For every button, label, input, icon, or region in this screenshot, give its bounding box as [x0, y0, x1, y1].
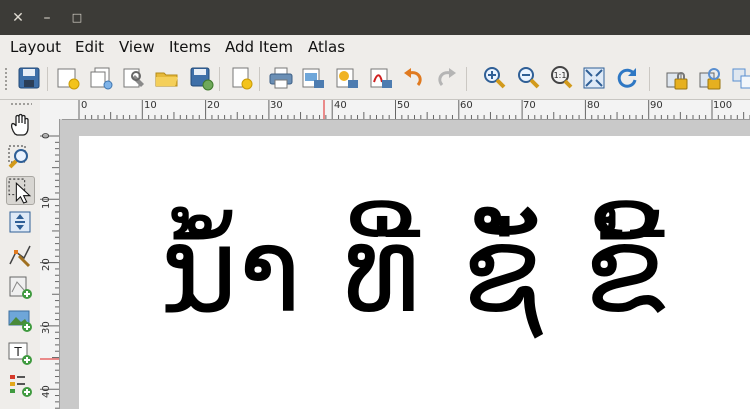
select-move-icon[interactable]: [6, 176, 35, 205]
move-content-icon[interactable]: [7, 209, 33, 235]
menu-items[interactable]: Items: [169, 37, 211, 57]
zoom-in-icon[interactable]: [481, 65, 507, 91]
label-item[interactable]: ນ້ຳ ທີ່ ຊັ່ ຂີ້: [160, 195, 667, 345]
layout-manager-icon[interactable]: [121, 65, 147, 91]
svg-text:T: T: [13, 345, 22, 359]
duplicate-layout-icon[interactable]: [88, 65, 114, 91]
save-icon[interactable]: [16, 65, 42, 91]
add-label-icon[interactable]: T: [7, 340, 33, 366]
main-toolbar: 1:1: [0, 59, 750, 100]
group-icon[interactable]: [730, 65, 750, 91]
add-picture-icon[interactable]: [7, 307, 33, 333]
print-icon[interactable]: [268, 65, 294, 91]
svg-text:1:1: 1:1: [554, 71, 567, 80]
ruler-corner: [40, 100, 62, 119]
vertical-ruler: 0 10 20 30 40: [40, 119, 60, 409]
edit-nodes-icon[interactable]: [7, 242, 33, 268]
menu-layout[interactable]: Layout: [10, 37, 61, 57]
toolbar-handle[interactable]: [4, 67, 8, 91]
export-pdf-icon[interactable]: [368, 65, 394, 91]
ruler-label: 40: [41, 385, 52, 398]
add-map-icon[interactable]: [7, 274, 33, 300]
toolbar-separator: [649, 67, 650, 91]
ruler-label: 0: [41, 132, 52, 139]
zoom-full-icon[interactable]: [581, 65, 607, 91]
refresh-icon[interactable]: [614, 65, 640, 91]
lock-items-icon[interactable]: [664, 65, 690, 91]
title-bar: ✕ – □: [0, 0, 750, 35]
ruler-label: 20: [41, 258, 52, 271]
minimize-icon[interactable]: –: [37, 8, 57, 28]
ruler-label: 10: [41, 196, 52, 209]
ruler-label: 90: [650, 100, 663, 111]
open-template-icon[interactable]: [154, 65, 180, 91]
save-as-template-icon[interactable]: [188, 65, 214, 91]
zoom-tool-icon[interactable]: [7, 144, 33, 170]
menu-edit[interactable]: Edit: [75, 37, 104, 57]
toolbar-separator: [466, 67, 467, 91]
tools-sidebar: T: [0, 100, 40, 409]
toolbar-separator: [219, 67, 220, 91]
export-svg-icon[interactable]: [334, 65, 360, 91]
ruler-label: 40: [334, 100, 347, 111]
menu-bar: Layout Edit View Items Add Item Atlas: [0, 35, 750, 59]
unlock-items-icon[interactable]: [697, 65, 723, 91]
menu-view[interactable]: View: [119, 37, 155, 57]
ruler-label: 60: [460, 100, 473, 111]
menu-atlas[interactable]: Atlas: [308, 37, 345, 57]
toolbar-separator: [47, 67, 48, 91]
menu-add-item[interactable]: Add Item: [225, 37, 293, 57]
zoom-out-icon[interactable]: [515, 65, 541, 91]
ruler-label: 50: [397, 100, 410, 111]
ruler-label: 0: [81, 100, 88, 111]
maximize-icon[interactable]: □: [67, 8, 87, 28]
new-layout-icon[interactable]: [55, 65, 81, 91]
ruler-label: 80: [587, 100, 600, 111]
zoom-actual-icon[interactable]: 1:1: [548, 65, 574, 91]
redo-icon[interactable]: [433, 65, 459, 91]
toolbar-separator: [259, 67, 260, 91]
ruler-label: 20: [207, 100, 220, 111]
undo-icon[interactable]: [401, 65, 427, 91]
ruler-label: 10: [144, 100, 157, 111]
ruler-label: 70: [523, 100, 536, 111]
export-image-icon[interactable]: [300, 65, 326, 91]
close-icon[interactable]: ✕: [8, 8, 28, 28]
ruler-label: 30: [41, 321, 52, 334]
ruler-label: 30: [270, 100, 283, 111]
sidebar-handle[interactable]: [10, 102, 32, 106]
ruler-label: 100: [713, 100, 733, 111]
add-legend-icon[interactable]: [7, 372, 33, 398]
add-pages-icon[interactable]: [229, 65, 255, 91]
horizontal-ruler: 0 10 20 30 40 50 60 70 80 90 100: [62, 100, 750, 120]
pan-icon[interactable]: [7, 112, 33, 138]
